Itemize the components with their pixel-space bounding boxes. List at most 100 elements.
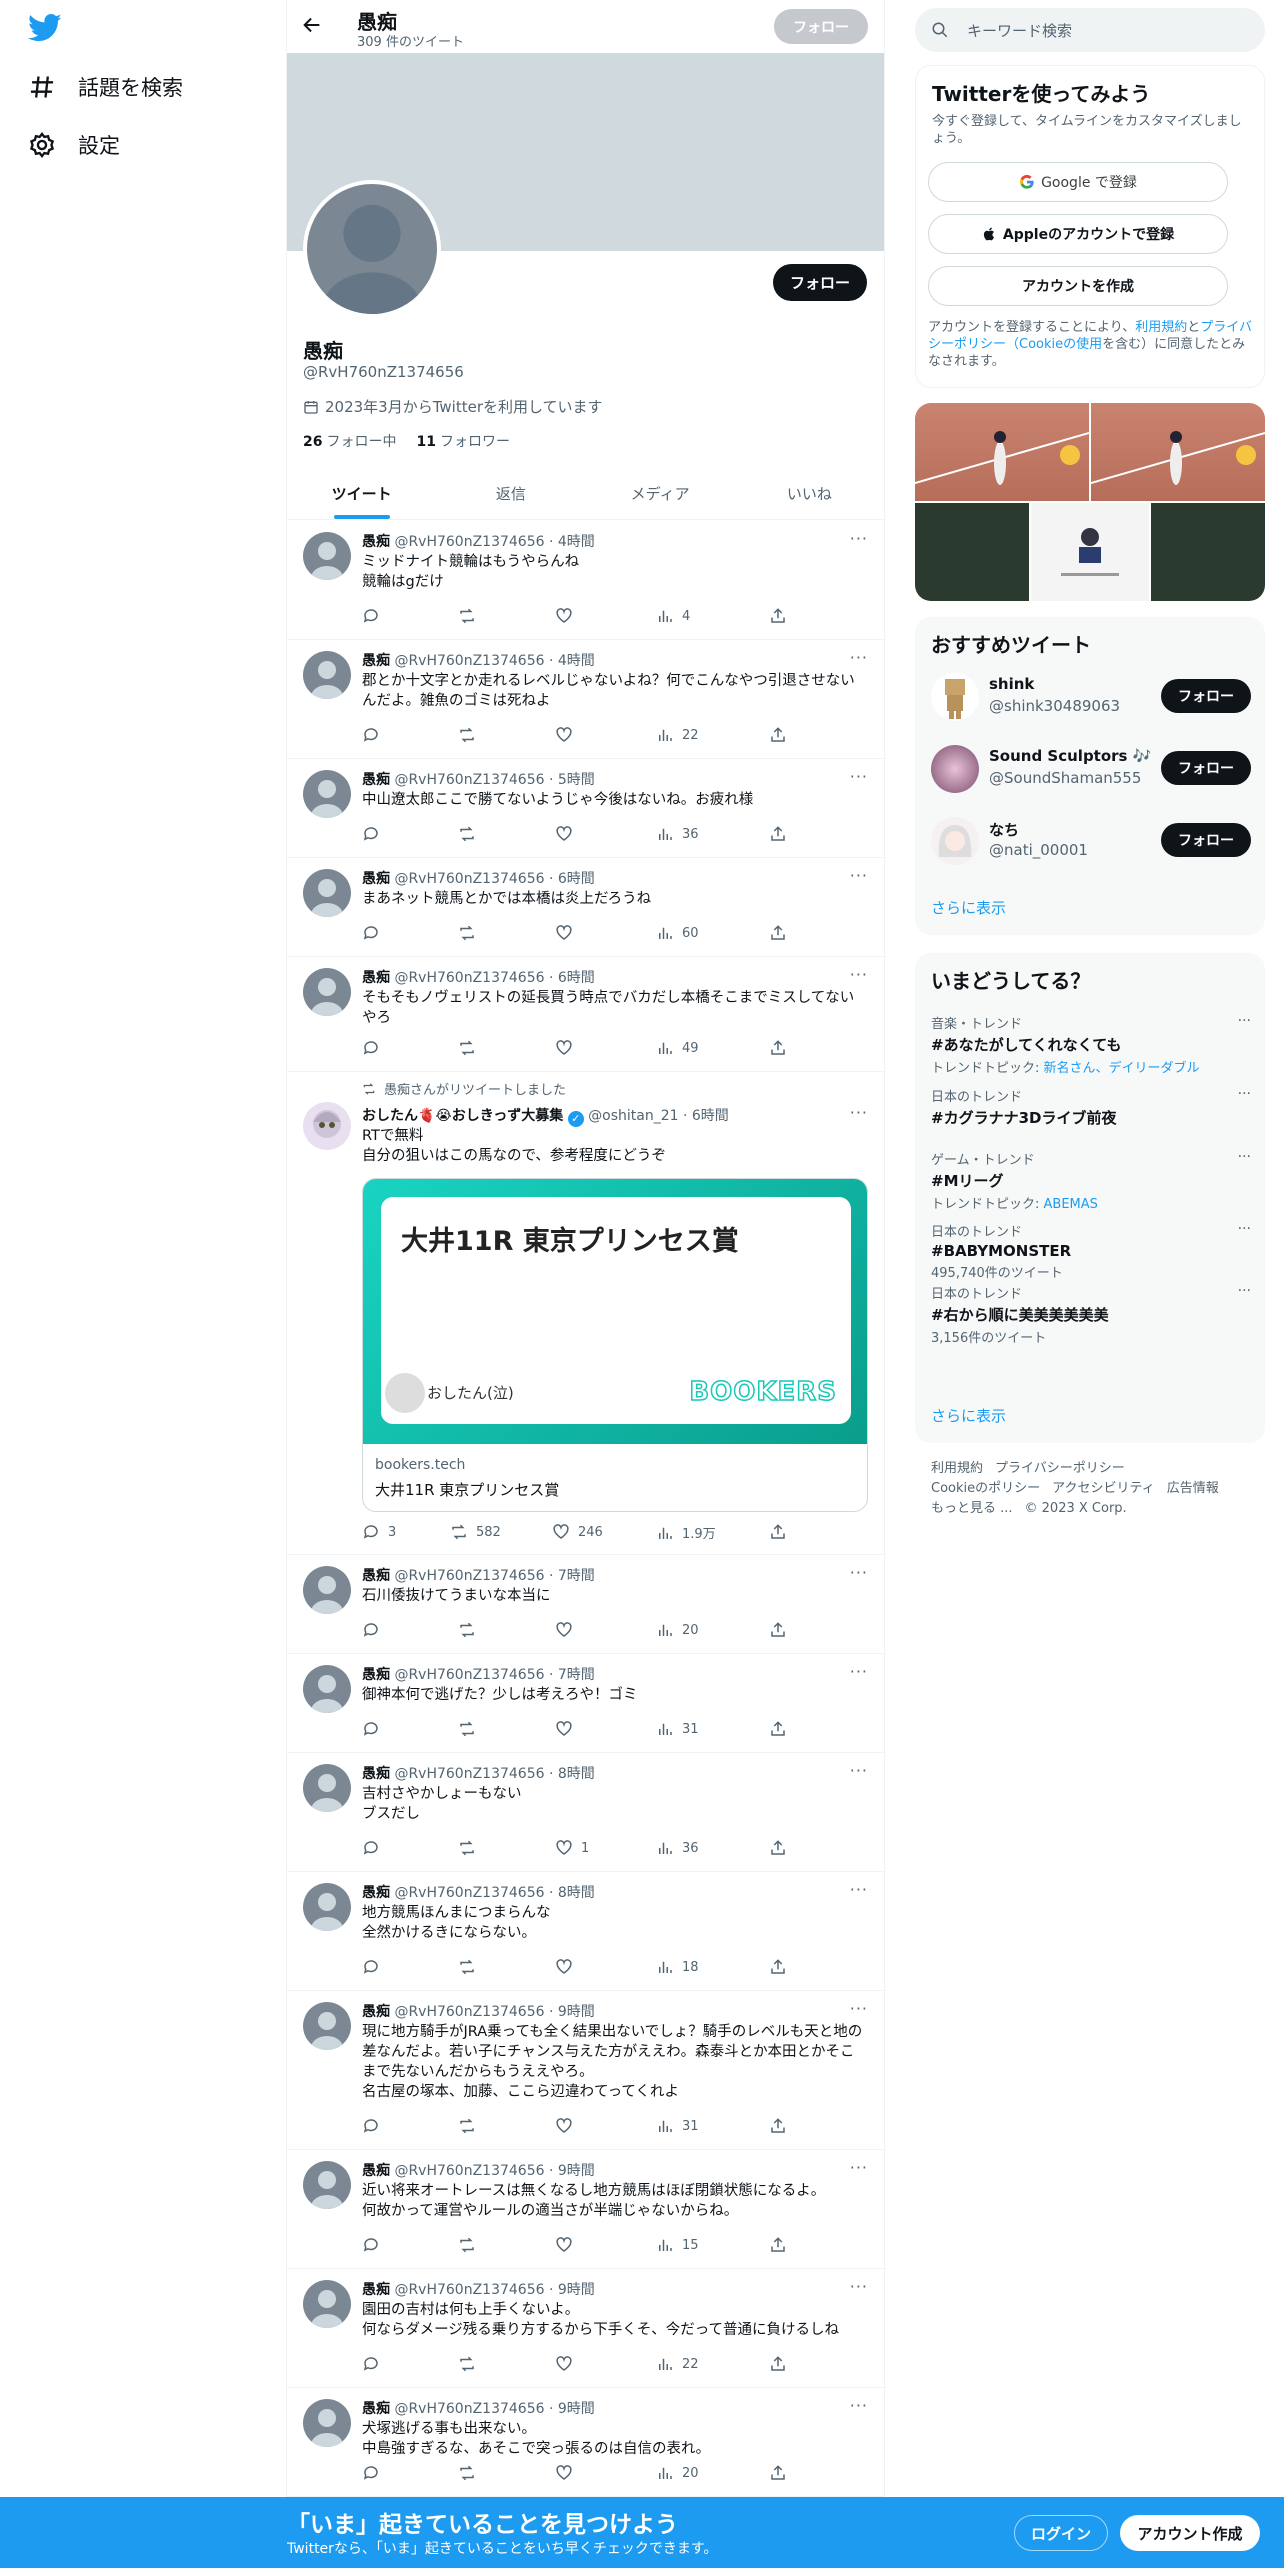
more-options-icon[interactable]: ···: [1238, 1283, 1251, 1299]
share-button[interactable]: [769, 924, 787, 942]
more-options-icon[interactable]: ···: [850, 1761, 868, 1780]
share-button[interactable]: [769, 2236, 787, 2254]
footer-accessibility[interactable]: アクセシビリティ: [1052, 1481, 1155, 1496]
tweet-avatar[interactable]: [303, 2399, 351, 2447]
tab-likes[interactable]: いいね: [735, 467, 884, 519]
views-button[interactable]: 60: [656, 924, 699, 942]
twitter-logo-icon[interactable]: [28, 13, 62, 43]
reply-button[interactable]: [362, 607, 388, 625]
retweet-button[interactable]: 582: [450, 1523, 501, 1541]
views-button[interactable]: 31: [656, 1720, 699, 1738]
reply-button[interactable]: [362, 2464, 388, 2482]
tab-media[interactable]: メディア: [586, 467, 735, 519]
more-options-icon[interactable]: ···: [1238, 1149, 1251, 1165]
reply-button[interactable]: [362, 2236, 388, 2254]
tweet[interactable]: 愚痴 @RvH760nZ1374656 · 6時間 ··· そもそもノヴェリストの延…: [287, 957, 884, 1072]
like-button[interactable]: [555, 607, 581, 625]
media-thumbnail-4[interactable]: [1031, 503, 1149, 601]
tweet-avatar[interactable]: [303, 869, 351, 917]
media-thumbnail-3[interactable]: [915, 503, 1029, 601]
tweet-author-handle[interactable]: @RvH760nZ1374656: [394, 1766, 544, 1782]
tweet-author-handle[interactable]: @RvH760nZ1374656: [394, 871, 544, 887]
tweet[interactable]: 愚痴 @RvH760nZ1374656 · 9時間 ··· 現に地方騎手がJRA乗っ…: [287, 1991, 884, 2150]
tweet-avatar[interactable]: [303, 968, 351, 1016]
tweet-avatar[interactable]: [303, 770, 351, 818]
like-button[interactable]: [555, 2117, 581, 2135]
more-options-icon[interactable]: ···: [1238, 1086, 1251, 1102]
back-arrow-icon[interactable]: [301, 14, 323, 36]
tab-tweets[interactable]: ツイート: [287, 467, 436, 519]
like-button[interactable]: [555, 2236, 581, 2254]
like-button[interactable]: 1: [555, 1839, 589, 1857]
recommended-more-link[interactable]: さらに表示: [931, 897, 1006, 918]
tweet-author-name[interactable]: 愚痴: [362, 534, 390, 550]
tweet-author-handle[interactable]: @RvH760nZ1374656: [394, 653, 544, 669]
trend-item[interactable]: 音楽・トレンド #あなたがしてくれなくても トレンドトピック: 新名さん、デイリーダ…: [931, 1013, 1251, 1076]
tweet-avatar[interactable]: [303, 1665, 351, 1713]
retweet-button[interactable]: [458, 924, 484, 942]
like-button[interactable]: 246: [552, 1523, 603, 1541]
retweet-button[interactable]: [458, 2464, 484, 2482]
tweet-avatar[interactable]: [303, 532, 351, 580]
like-button[interactable]: [555, 1958, 581, 1976]
reply-button[interactable]: [362, 1621, 388, 1639]
more-options-icon[interactable]: ···: [850, 1880, 868, 1899]
tweet-author-name[interactable]: 愚痴: [362, 2401, 390, 2417]
tweet-author-name[interactable]: 愚痴: [362, 970, 390, 986]
retweet-button[interactable]: [458, 1621, 484, 1639]
like-button[interactable]: [555, 825, 581, 843]
rec-follow-button[interactable]: フォロー: [1161, 823, 1251, 857]
more-options-icon[interactable]: ···: [850, 648, 868, 667]
tweet-author-handle[interactable]: @RvH760nZ1374656: [394, 1568, 544, 1584]
more-options-icon[interactable]: ···: [850, 1103, 868, 1122]
terms-link[interactable]: 利用規約: [1135, 320, 1187, 335]
share-button[interactable]: [769, 1523, 787, 1541]
tweet-avatar[interactable]: [303, 651, 351, 699]
footer-cookie[interactable]: Cookieのポリシー: [931, 1481, 1040, 1496]
recommended-user[interactable]: なち @nati_00001 フォロー: [931, 813, 1251, 871]
share-button[interactable]: [769, 1839, 787, 1857]
like-button[interactable]: [555, 726, 581, 744]
views-button[interactable]: 20: [656, 1621, 699, 1639]
share-button[interactable]: [769, 1958, 787, 1976]
media-thumbnail-5[interactable]: [1151, 503, 1265, 601]
tweet[interactable]: 愚痴 @RvH760nZ1374656 · 6時間 ··· まあネット競馬とかでは本…: [287, 858, 884, 957]
rec-follow-button[interactable]: フォロー: [1161, 751, 1251, 785]
tweet-author-handle[interactable]: @RvH760nZ1374656: [394, 970, 544, 986]
share-button[interactable]: [769, 1621, 787, 1639]
create-account-button[interactable]: アカウントを作成: [928, 266, 1228, 306]
tweet[interactable]: 愚痴 @RvH760nZ1374656 · 4時間 ··· 郡とか十文字とか走れるレ…: [287, 640, 884, 759]
more-options-icon[interactable]: ···: [850, 529, 868, 548]
login-button[interactable]: ログイン: [1014, 2515, 1108, 2551]
share-button[interactable]: [769, 1720, 787, 1738]
rec-follow-button[interactable]: フォロー: [1161, 679, 1251, 713]
views-button[interactable]: 4: [656, 607, 690, 625]
media-thumbnail-2[interactable]: [1090, 403, 1265, 501]
signup-button[interactable]: アカウント作成: [1120, 2515, 1260, 2551]
trend-topic-link[interactable]: ABEMAS: [1044, 1197, 1098, 1212]
recommended-user[interactable]: shink @shink30489063 フォロー: [931, 669, 1251, 727]
tweet-avatar[interactable]: [303, 1764, 351, 1812]
tweet-author-handle[interactable]: @RvH760nZ1374656: [394, 2163, 544, 2179]
more-options-icon[interactable]: ···: [850, 965, 868, 984]
views-button[interactable]: 31: [656, 2117, 699, 2135]
more-options-icon[interactable]: ···: [850, 2396, 868, 2415]
tweet-time[interactable]: 6時間: [558, 871, 595, 887]
tweet[interactable]: 愚痴 @RvH760nZ1374656 · 8時間 ··· 吉村さやかしょーもない …: [287, 1753, 884, 1872]
tweet-time[interactable]: 7時間: [558, 1568, 595, 1584]
share-button[interactable]: [769, 1039, 787, 1057]
tweet-avatar[interactable]: [303, 2161, 351, 2209]
footer-ads[interactable]: 広告情報: [1167, 1481, 1219, 1496]
tweet-author-name[interactable]: 愚痴: [362, 1766, 390, 1782]
views-button[interactable]: 20: [656, 2464, 699, 2482]
tweet[interactable]: 愚痴 @RvH760nZ1374656 · 9時間 ··· 犬塚逃げる事も出来ない。…: [287, 2388, 884, 2497]
more-options-icon[interactable]: ···: [1238, 1221, 1251, 1237]
views-button[interactable]: 15: [656, 2236, 699, 2254]
tweet-author-handle[interactable]: @RvH760nZ1374656: [394, 2282, 544, 2298]
retweet-author-handle[interactable]: @oshitan_21: [588, 1108, 678, 1124]
views-button[interactable]: 22: [656, 726, 699, 744]
tweet-author-name[interactable]: 愚痴: [362, 653, 390, 669]
retweet-button[interactable]: [458, 1720, 484, 1738]
tweet-author-handle[interactable]: @RvH760nZ1374656: [394, 2401, 544, 2417]
retweet-button[interactable]: [458, 2236, 484, 2254]
